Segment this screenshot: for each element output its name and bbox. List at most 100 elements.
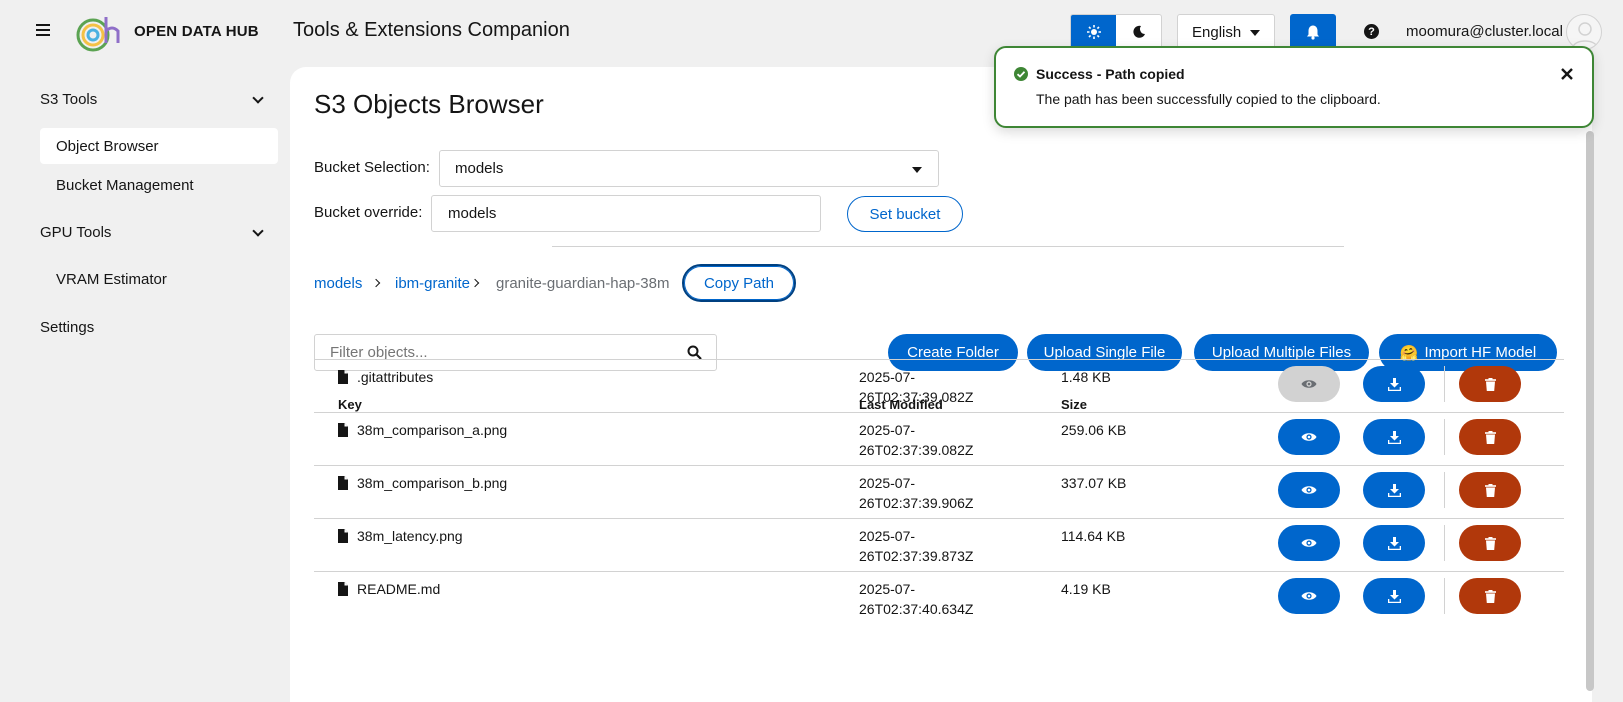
delete-button[interactable] xyxy=(1459,419,1521,455)
table-row: 38m_latency.png 2025-07- 26T02:37:39.873Z 1… xyxy=(314,518,1564,571)
file-icon xyxy=(338,582,348,596)
bucket-select-value: models xyxy=(455,160,504,177)
sidebar-item-settings[interactable]: Settings xyxy=(40,319,94,336)
sidebar-group-gpu-tools[interactable]: GPU Tools xyxy=(40,224,264,241)
breadcrumb-current: granite-guardian-hap-38m xyxy=(496,275,670,292)
hamburger-icon[interactable] xyxy=(36,24,50,38)
check-circle-icon xyxy=(1014,67,1028,81)
caret-down-icon xyxy=(912,167,922,173)
set-bucket-button[interactable]: Set bucket xyxy=(847,196,963,232)
download-button[interactable] xyxy=(1363,366,1425,402)
view-button[interactable] xyxy=(1278,419,1340,455)
modified-date: 2025-07- xyxy=(859,581,916,597)
divider xyxy=(1444,472,1445,508)
download-icon xyxy=(1387,483,1401,497)
download-button[interactable] xyxy=(1363,578,1425,614)
bucket-override-label: Bucket override: xyxy=(314,204,423,221)
divider xyxy=(1444,578,1445,614)
sun-icon xyxy=(1086,25,1101,39)
user-avatar-icon xyxy=(1572,22,1598,48)
search-icon[interactable] xyxy=(687,345,702,360)
file-icon xyxy=(338,370,348,384)
table-row: .gitattributes 2025-07- 26T02:37:39.082Z 1.… xyxy=(314,359,1564,412)
file-icon xyxy=(338,529,348,543)
trash-icon xyxy=(1484,536,1496,550)
divider xyxy=(1444,366,1445,402)
delete-button[interactable] xyxy=(1459,472,1521,508)
object-key[interactable]: .gitattributes xyxy=(357,367,433,387)
download-button[interactable] xyxy=(1363,472,1425,508)
sidebar-group-label: GPU Tools xyxy=(40,224,112,241)
page-title: S3 Objects Browser xyxy=(314,89,544,119)
avatar[interactable] xyxy=(1566,14,1602,50)
eye-icon xyxy=(1301,592,1317,600)
modified-date: 2025-07- xyxy=(859,422,916,438)
chevron-down-icon xyxy=(252,225,264,237)
sidebar-item-object-browser[interactable]: Object Browser xyxy=(40,128,278,164)
light-theme-button[interactable] xyxy=(1071,15,1116,49)
language-value: English xyxy=(1192,23,1242,41)
object-key[interactable]: 38m_comparison_b.png xyxy=(357,473,507,493)
bucket-override-input[interactable] xyxy=(431,195,821,232)
chevron-right-icon xyxy=(371,278,381,288)
toast-message: The path has been successfully copied to… xyxy=(1036,91,1381,107)
bell-icon xyxy=(1307,25,1319,40)
view-button[interactable] xyxy=(1278,578,1340,614)
copy-path-button[interactable]: Copy Path xyxy=(682,264,796,302)
download-button[interactable] xyxy=(1363,419,1425,455)
sidebar-item-vram-estimator[interactable]: VRAM Estimator xyxy=(40,261,278,297)
object-last-modified: 2025-07- 26T02:37:39.082Z xyxy=(859,420,973,460)
sidebar: S3 Tools Object Browser Bucket Managemen… xyxy=(0,64,290,702)
chevron-down-icon xyxy=(252,92,264,104)
main-panel: S3 Objects Browser Bucket Selection: mod… xyxy=(290,67,1594,702)
notifications-button[interactable] xyxy=(1290,14,1336,50)
username[interactable]: moomura@cluster.local xyxy=(1406,23,1563,40)
app-title: Tools & Extensions Companion xyxy=(293,19,570,41)
object-size: 1.48 KB xyxy=(1061,369,1111,385)
bucket-selection-label: Bucket Selection: xyxy=(314,159,430,176)
trash-icon xyxy=(1484,430,1496,444)
delete-button[interactable] xyxy=(1459,525,1521,561)
language-select[interactable]: English xyxy=(1177,14,1275,50)
close-icon[interactable] xyxy=(1558,65,1576,83)
success-toast: Success - Path copied The path has been … xyxy=(994,46,1594,128)
modified-time: 26T02:37:39.082Z xyxy=(859,389,974,405)
download-icon xyxy=(1387,430,1401,444)
sidebar-item-bucket-management[interactable]: Bucket Management xyxy=(40,167,278,203)
delete-button[interactable] xyxy=(1459,578,1521,614)
object-last-modified: 2025-07- 26T02:37:39.873Z xyxy=(859,526,973,566)
view-button[interactable] xyxy=(1278,525,1340,561)
download-button[interactable] xyxy=(1363,525,1425,561)
view-button[interactable] xyxy=(1278,472,1340,508)
object-last-modified: 2025-07- 26T02:37:39.082Z xyxy=(859,367,973,407)
table-row: 38m_comparison_a.png 2025-07- 26T02:37:39.… xyxy=(314,412,1564,465)
view-button xyxy=(1278,366,1340,402)
modified-time: 26T02:37:39.082Z xyxy=(859,442,974,458)
toast-title: Success - Path copied xyxy=(1036,66,1185,82)
sidebar-group-s3-tools[interactable]: S3 Tools xyxy=(40,91,264,108)
delete-button[interactable] xyxy=(1459,366,1521,402)
chevron-right-icon xyxy=(470,278,480,288)
object-size: 259.06 KB xyxy=(1061,422,1127,438)
eye-icon xyxy=(1301,486,1317,494)
breadcrumb-ibm-granite[interactable]: ibm-granite xyxy=(395,275,470,292)
object-key[interactable]: 38m_comparison_a.png xyxy=(357,420,507,440)
table-row: README.md 2025-07- 26T02:37:40.634Z 4.19 KB xyxy=(314,571,1564,624)
eye-icon xyxy=(1301,539,1317,547)
divider xyxy=(552,246,1344,247)
object-key[interactable]: README.md xyxy=(357,579,440,599)
trash-icon xyxy=(1484,377,1496,391)
theme-toggle xyxy=(1070,14,1162,50)
object-key[interactable]: 38m_latency.png xyxy=(357,526,463,546)
help-icon[interactable]: ? xyxy=(1364,24,1379,39)
breadcrumb-models[interactable]: models xyxy=(314,275,362,292)
dark-theme-button[interactable] xyxy=(1116,15,1161,49)
sidebar-group-label: S3 Tools xyxy=(40,91,98,108)
eye-icon xyxy=(1301,433,1317,441)
bucket-select[interactable]: models xyxy=(439,150,939,187)
divider xyxy=(1444,525,1445,561)
divider xyxy=(1444,419,1445,455)
brand-name: OPEN DATA HUB xyxy=(134,23,259,40)
scrollbar[interactable] xyxy=(1586,131,1594,691)
modified-time: 26T02:37:39.906Z xyxy=(859,495,974,511)
